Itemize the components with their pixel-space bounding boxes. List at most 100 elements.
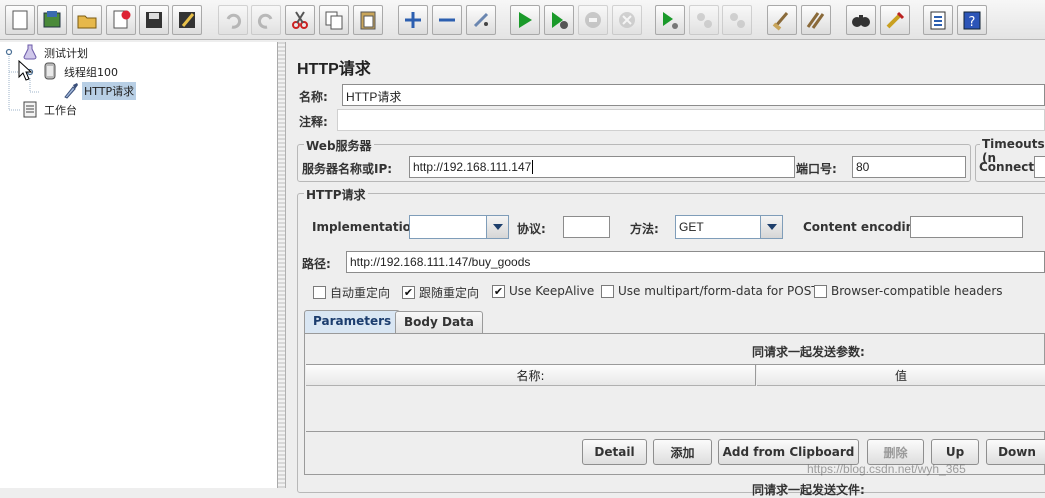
connect-timeout-input[interactable] bbox=[1034, 156, 1045, 178]
start-no-pause-icon bbox=[552, 12, 568, 29]
toggle-icon bbox=[473, 12, 489, 28]
comment-input[interactable] bbox=[337, 109, 1045, 131]
content-encoding-input[interactable] bbox=[910, 216, 1023, 238]
expand-button[interactable] bbox=[398, 5, 428, 35]
port-label: 端口号: bbox=[796, 162, 837, 176]
column-header-name[interactable]: 名称: bbox=[306, 365, 756, 386]
http-request-panel: HTTP请求 名称: HTTP请求 注释: Web服务器 服务器名称或IP: h… bbox=[287, 42, 1045, 497]
port-input[interactable]: 80 bbox=[852, 156, 966, 178]
tree-node-thread-group[interactable]: 线程组100 bbox=[42, 62, 120, 83]
server-input[interactable]: http://192.168.111.147 bbox=[409, 156, 795, 178]
checkbox-box[interactable]: ✔ bbox=[402, 286, 415, 299]
shutdown-icon bbox=[619, 12, 635, 28]
undo-icon bbox=[226, 13, 242, 29]
comment-label: 注释: bbox=[299, 115, 328, 129]
test-plan-tree: 测试计划 线程组100 HTTP请求 工作台 bbox=[0, 42, 278, 488]
expand-icon bbox=[405, 12, 421, 28]
clear-button[interactable] bbox=[767, 5, 797, 35]
method-value: GET bbox=[679, 220, 704, 234]
path-input[interactable]: http://192.168.111.147/buy_goods bbox=[346, 251, 1045, 273]
tree-label-http-request: HTTP请求 bbox=[82, 82, 137, 100]
redo-button[interactable] bbox=[251, 5, 281, 35]
implementation-select[interactable] bbox=[409, 215, 509, 239]
tree-label-workbench: 工作台 bbox=[44, 104, 77, 117]
start-button[interactable] bbox=[510, 5, 540, 35]
parameters-table[interactable]: 名称: 值 bbox=[306, 364, 1045, 432]
tree-node-workbench[interactable]: 工作台 bbox=[22, 101, 79, 119]
templates-button[interactable] bbox=[37, 5, 67, 35]
chevron-down-icon[interactable] bbox=[486, 216, 508, 238]
clear-icon bbox=[772, 12, 789, 31]
search-icon bbox=[852, 15, 870, 27]
open-button[interactable] bbox=[72, 5, 102, 35]
server-label: 服务器名称或IP: bbox=[302, 162, 393, 176]
tree-node-http-request[interactable]: HTTP请求 bbox=[62, 81, 137, 102]
shutdown-button[interactable] bbox=[612, 5, 642, 35]
collapse-button[interactable] bbox=[432, 5, 462, 35]
new-button[interactable] bbox=[5, 5, 35, 35]
files-caption: 同请求一起发送文件: bbox=[752, 483, 865, 497]
start-icon bbox=[519, 12, 532, 28]
sampler-pipette-icon bbox=[62, 81, 78, 102]
splitter-handle[interactable] bbox=[278, 42, 286, 488]
name-label: 名称: bbox=[299, 90, 328, 104]
save-icon bbox=[146, 12, 162, 28]
paste-icon bbox=[360, 11, 376, 30]
column-header-value[interactable]: 值 bbox=[757, 365, 1045, 386]
method-select[interactable]: GET bbox=[675, 215, 783, 239]
name-input[interactable]: HTTP请求 bbox=[342, 84, 1045, 106]
follow-redirect-checkbox[interactable]: ✔ 跟随重定向 bbox=[402, 284, 479, 301]
checkbox-label: Use multipart/form-data for POST bbox=[618, 284, 819, 298]
page-title: HTTP请求 bbox=[297, 61, 371, 78]
function-helper-icon bbox=[930, 11, 946, 30]
chevron-down-icon[interactable] bbox=[760, 216, 782, 238]
search-button[interactable] bbox=[846, 5, 876, 35]
copy-button[interactable] bbox=[319, 5, 349, 35]
redo-icon bbox=[257, 13, 273, 29]
remote-start-button[interactable] bbox=[655, 5, 685, 35]
remote-stop-button[interactable] bbox=[689, 5, 719, 35]
auto-redirect-checkbox[interactable]: 自动重定向 bbox=[313, 284, 390, 301]
cut-button[interactable] bbox=[285, 5, 315, 35]
save-as-icon bbox=[179, 12, 195, 28]
thread-group-icon bbox=[42, 62, 58, 83]
help-button[interactable]: ? bbox=[957, 5, 987, 35]
help-icon: ? bbox=[963, 11, 981, 30]
parameters-caption: 同请求一起发送参数: bbox=[752, 345, 865, 359]
paste-button[interactable] bbox=[353, 5, 383, 35]
multipart-checkbox[interactable]: Use multipart/form-data for POST bbox=[601, 284, 819, 298]
clear-all-button[interactable] bbox=[801, 5, 831, 35]
column-header-name-text: 名称: bbox=[516, 368, 545, 383]
browser-headers-checkbox[interactable]: Browser-compatible headers bbox=[814, 284, 1003, 298]
path-label: 路径: bbox=[302, 257, 331, 271]
protocol-label: 协议: bbox=[517, 222, 546, 236]
keepalive-checkbox[interactable]: ✔ Use KeepAlive bbox=[492, 284, 594, 298]
protocol-input[interactable] bbox=[563, 216, 610, 238]
server-value: http://192.168.111.147 bbox=[413, 160, 532, 174]
checkbox-box[interactable] bbox=[313, 286, 326, 299]
tab-parameters[interactable]: Parameters bbox=[304, 310, 401, 334]
toggle-button[interactable] bbox=[466, 5, 496, 35]
save-button[interactable] bbox=[139, 5, 169, 35]
checkbox-box[interactable] bbox=[814, 284, 827, 298]
remote-shutdown-button[interactable] bbox=[722, 5, 752, 35]
stop-button[interactable] bbox=[578, 5, 608, 35]
down-button[interactable]: Down bbox=[986, 439, 1045, 465]
undo-button[interactable] bbox=[218, 5, 248, 35]
content-encoding-label: Content encoding: bbox=[803, 220, 928, 234]
tree-label-thread-group: 线程组100 bbox=[64, 66, 118, 79]
save-as-button[interactable] bbox=[172, 5, 202, 35]
close-button[interactable] bbox=[106, 5, 136, 35]
add-button[interactable]: 添加 bbox=[653, 439, 712, 465]
checkbox-box[interactable] bbox=[601, 284, 614, 298]
detail-button[interactable]: Detail bbox=[582, 439, 647, 465]
tree-label-test-plan: 测试计划 bbox=[44, 47, 88, 60]
workbench-icon bbox=[22, 100, 38, 121]
reset-search-button[interactable] bbox=[880, 5, 910, 35]
copy-icon bbox=[325, 11, 343, 30]
tab-body-data[interactable]: Body Data bbox=[395, 311, 483, 333]
toolbar: ? bbox=[0, 0, 1045, 40]
checkbox-box[interactable]: ✔ bbox=[492, 284, 505, 298]
start-no-pause-button[interactable] bbox=[544, 5, 574, 35]
function-helper-button[interactable] bbox=[923, 5, 953, 35]
